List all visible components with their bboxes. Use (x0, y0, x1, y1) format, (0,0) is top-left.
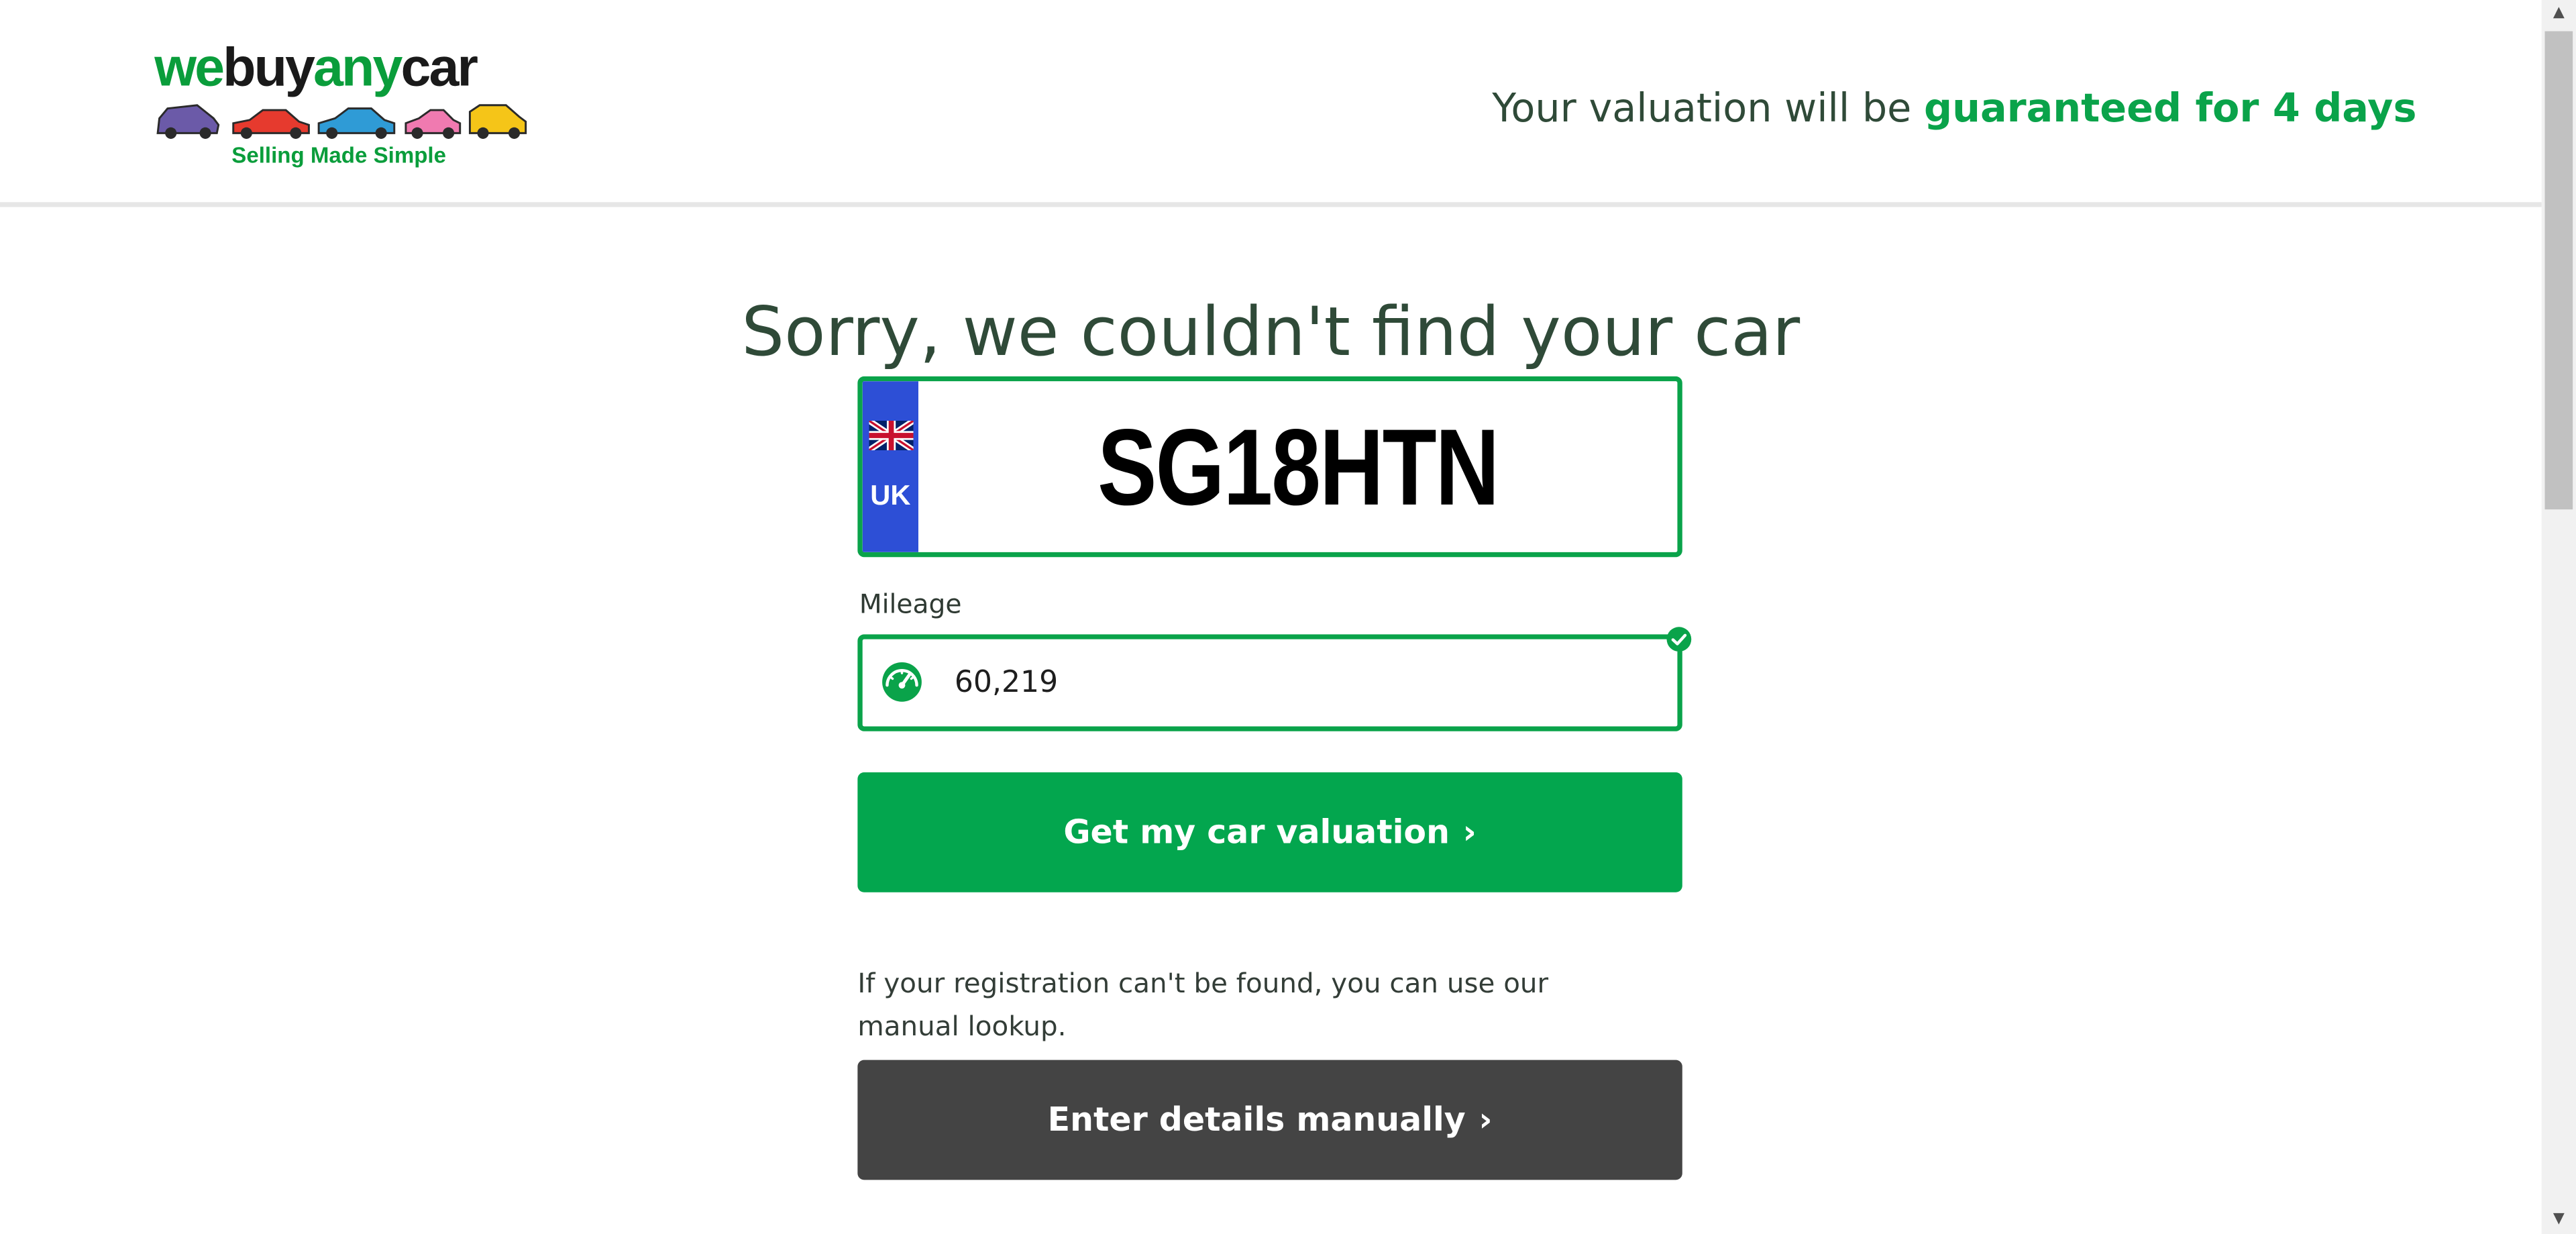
guarantee-prefix: Your valuation will be (1492, 85, 1925, 132)
mileage-label: Mileage (859, 588, 962, 620)
registration-number[interactable]: SG18HTN (987, 381, 1609, 552)
logo-tagline: Selling Made Simple (231, 143, 446, 168)
scroll-down-arrow-icon[interactable]: ▼ (2542, 1206, 2576, 1234)
logo-word-we: we (154, 36, 225, 97)
webuyanycar-logo[interactable]: webuyanycar Selling Made Simple (154, 39, 532, 174)
logo-cars-icon (156, 104, 527, 139)
logo-word-car: car (400, 36, 478, 97)
enter-details-manually-button[interactable]: Enter details manually › (857, 1060, 1682, 1180)
valid-check-icon (1666, 627, 1692, 652)
logo-word-any: any (313, 36, 402, 97)
registration-plate-field[interactable]: UK SG18HTN (857, 376, 1682, 558)
logo-word-buy: buy (223, 36, 315, 97)
guarantee-highlight: guaranteed for 4 days (1924, 85, 2417, 132)
site-header: webuyanycar Selling Made Simple Your val… (0, 0, 2542, 207)
logo-car-red-icon (232, 109, 310, 139)
uk-flag-icon (869, 420, 914, 451)
scroll-up-arrow-icon[interactable]: ▲ (2542, 0, 2576, 28)
get-valuation-button[interactable]: Get my car valuation › (857, 772, 1682, 892)
page-scrollbar[interactable]: ▲ ▼ (2541, 0, 2576, 1234)
logo-car-pink-icon (405, 109, 462, 139)
logo-car-yellow-icon (468, 104, 527, 139)
page: webuyanycar Selling Made Simple Your val… (0, 0, 2576, 1234)
mileage-input[interactable] (954, 639, 1645, 727)
valuation-guarantee-text: Your valuation will be guaranteed for 4 … (1492, 82, 2416, 134)
plate-country-band: UK (862, 381, 918, 552)
speedometer-icon (882, 662, 922, 702)
page-title: Sorry, we couldn't find your car (741, 293, 1801, 372)
logo-car-purple-icon (156, 104, 220, 139)
chevron-right-icon: › (1479, 1099, 1493, 1139)
chevron-right-icon: › (1462, 811, 1477, 852)
logo-wordmark: webuyanycar (154, 39, 478, 95)
get-valuation-label: Get my car valuation (1063, 811, 1450, 852)
enter-details-label: Enter details manually (1047, 1099, 1466, 1139)
scrollbar-thumb[interactable] (2544, 31, 2573, 510)
logo-car-blue-icon (317, 107, 396, 139)
plate-country-code: UK (870, 480, 911, 511)
manual-lookup-note: If your registration can't be found, you… (857, 967, 1549, 1041)
mileage-field[interactable] (857, 634, 1682, 731)
